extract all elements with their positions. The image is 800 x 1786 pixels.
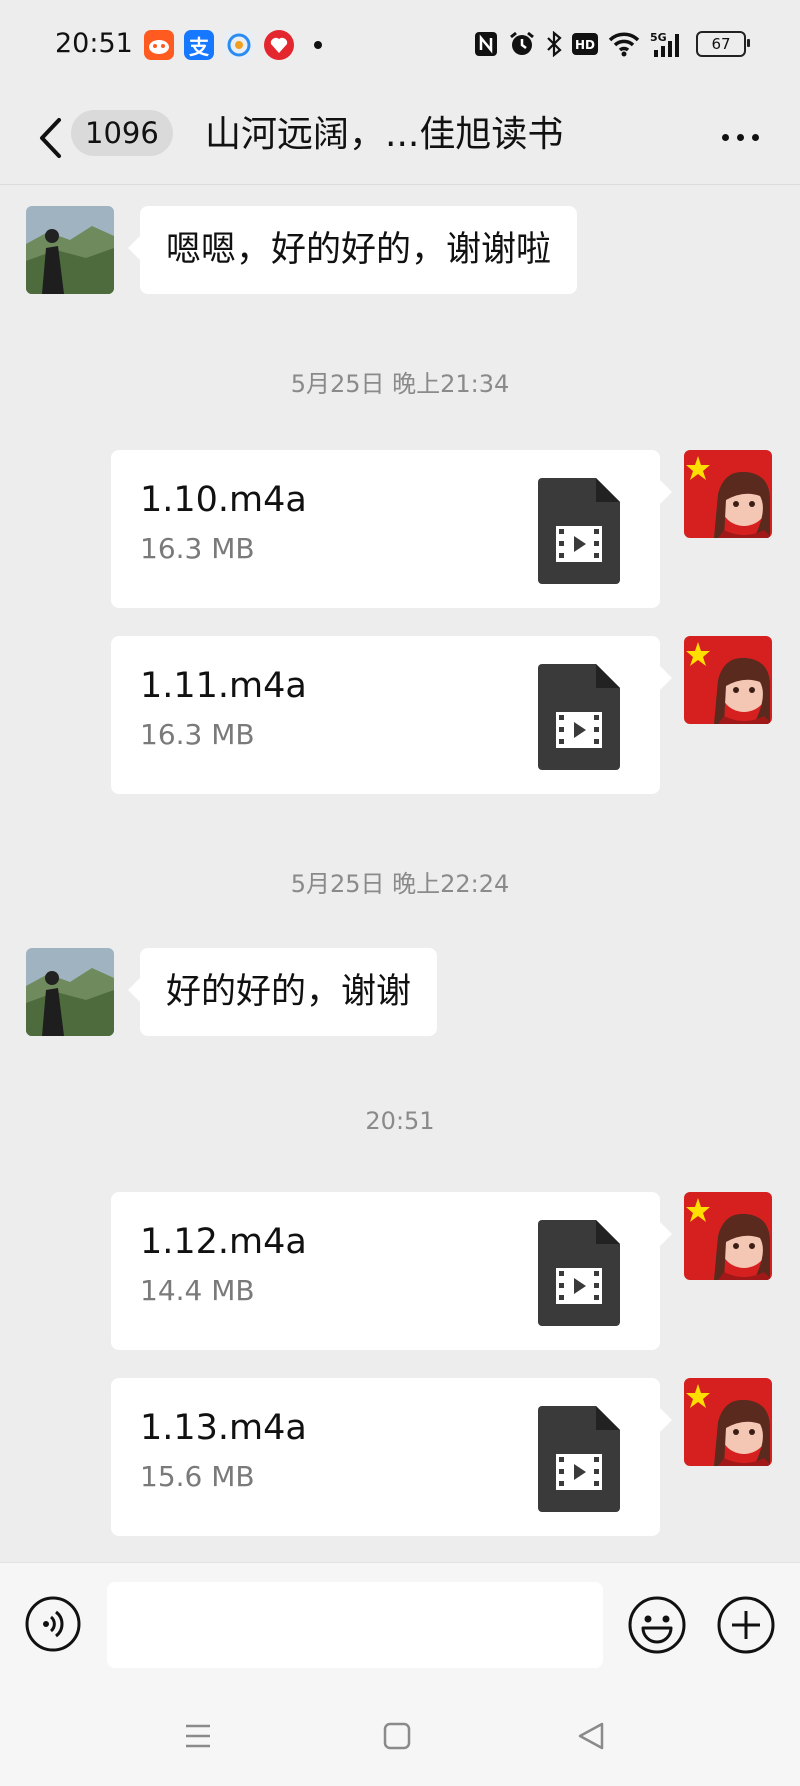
file-message[interactable]: 1.13.m4a 15.6 MB: [111, 1378, 672, 1536]
unread-count-badge[interactable]: 1096: [71, 110, 173, 156]
input-bar: [0, 1562, 800, 1687]
more-button[interactable]: [718, 122, 762, 152]
status-time: 20:51: [55, 28, 133, 59]
status-bar: 20:51 支 HD 5G 67: [0, 0, 800, 92]
my-avatar[interactable]: [684, 1378, 772, 1466]
file-name: 1.13.m4a: [140, 1408, 307, 1448]
chevron-left-icon: [40, 118, 61, 158]
battery-indicator: 67: [696, 31, 750, 57]
wifi-icon: [608, 30, 640, 58]
jd-618-icon: [264, 30, 294, 60]
chat-header: 1096 山河远阔，...佳旭读书: [0, 92, 800, 185]
my-avatar[interactable]: [684, 1192, 772, 1280]
system-icons: HD 5G 67: [474, 30, 750, 58]
file-name: 1.12.m4a: [140, 1222, 307, 1262]
message-timestamp: 20:51: [365, 1107, 435, 1135]
file-name: 1.10.m4a: [140, 480, 307, 520]
bluetooth-icon: [546, 30, 562, 58]
notification-icons: 支: [144, 30, 322, 60]
back-button[interactable]: [30, 112, 70, 164]
nfc-icon: [474, 30, 498, 58]
contact-avatar[interactable]: [26, 948, 114, 1036]
contact-avatar[interactable]: [26, 206, 114, 294]
video-file-icon: [538, 1406, 620, 1512]
message-input[interactable]: [107, 1582, 603, 1668]
message-timestamp: 5月25日 晚上22:24: [290, 870, 510, 898]
file-size: 16.3 MB: [140, 718, 255, 751]
my-avatar[interactable]: [684, 636, 772, 724]
browser-icon: [224, 30, 254, 60]
voice-button[interactable]: [24, 1595, 82, 1653]
file-name: 1.11.m4a: [140, 666, 307, 706]
svg-text:HD: HD: [575, 38, 595, 52]
alarm-icon: [508, 30, 536, 58]
svg-text:5G: 5G: [650, 31, 667, 44]
video-file-icon: [538, 1220, 620, 1326]
alipay-icon: 支: [184, 30, 214, 60]
file-message[interactable]: 1.11.m4a 16.3 MB: [111, 636, 672, 794]
file-size: 16.3 MB: [140, 532, 255, 565]
system-nav-bar: [0, 1686, 800, 1786]
triangle-back-icon: [578, 1722, 604, 1750]
message-bubble[interactable]: 嗯嗯，好的好的，谢谢啦: [127, 206, 578, 294]
home-icon: [383, 1722, 411, 1750]
message-bubble[interactable]: 好的好的，谢谢: [127, 948, 438, 1036]
more-functions-button[interactable]: [716, 1595, 776, 1655]
my-avatar[interactable]: [684, 450, 772, 538]
file-message[interactable]: 1.12.m4a 14.4 MB: [111, 1192, 672, 1350]
video-file-icon: [538, 478, 620, 584]
emoji-button[interactable]: [627, 1595, 687, 1655]
chat-title: 山河远阔，...佳旭读书: [205, 114, 564, 155]
voice-icon: [25, 1596, 81, 1652]
more-dots-icon: [721, 133, 729, 141]
hd-icon: HD: [572, 30, 598, 58]
more-notifications-dot: [314, 41, 322, 49]
taobao-icon: [144, 30, 174, 60]
menu-icon: [186, 1724, 210, 1748]
video-file-icon: [538, 664, 620, 770]
recent-apps-button[interactable]: [178, 1716, 218, 1756]
plus-icon: [717, 1596, 775, 1654]
file-message[interactable]: 1.10.m4a 16.3 MB: [111, 450, 672, 608]
emoji-icon: [628, 1596, 686, 1654]
file-size: 14.4 MB: [140, 1274, 255, 1307]
message-timestamp: 5月25日 晚上21:34: [290, 370, 510, 398]
signal-5g-icon: 5G: [650, 30, 686, 58]
file-size: 15.6 MB: [140, 1460, 255, 1493]
system-back-button[interactable]: [572, 1716, 612, 1756]
home-button[interactable]: [377, 1716, 417, 1756]
